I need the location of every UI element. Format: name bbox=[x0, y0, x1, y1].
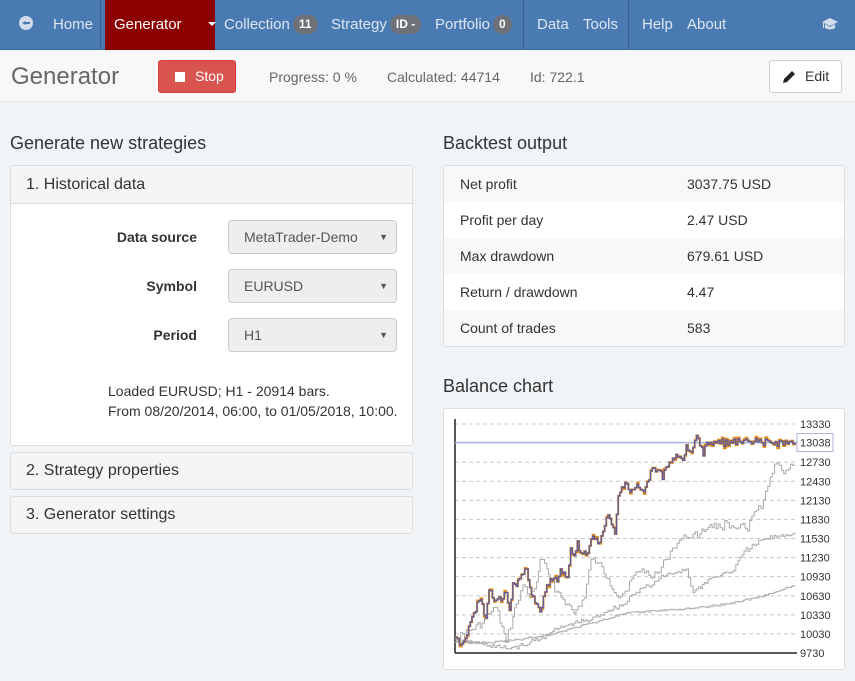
y-tick-label: 12130 bbox=[800, 495, 831, 507]
nav-generator[interactable]: Generator bbox=[105, 0, 216, 50]
balance-chart-title: Balance chart bbox=[443, 376, 554, 396]
period-value: H1 bbox=[244, 327, 262, 343]
nav-divider bbox=[100, 0, 101, 50]
page-title: Generator bbox=[11, 63, 120, 90]
y-tick-label: 13330 bbox=[800, 419, 831, 431]
backtest-section-title: Backtest output bbox=[443, 133, 568, 153]
current-value-label: 13038 bbox=[800, 438, 831, 450]
caret-down-icon bbox=[207, 22, 216, 26]
edit-button[interactable]: Edit bbox=[769, 60, 842, 93]
nav-divider bbox=[523, 0, 524, 50]
pencil-icon bbox=[783, 71, 795, 83]
nav-generator-label: Generator bbox=[114, 16, 182, 33]
row-value: 2.47 USD bbox=[687, 212, 748, 228]
symbol-select[interactable]: EURUSD ▼ bbox=[228, 269, 397, 303]
progress-status: Progress: 0 % bbox=[269, 69, 357, 85]
strategy-id: Id: 722.1 bbox=[530, 69, 585, 85]
backtest-table: Net profit 3037.75 USD Profit per day 2.… bbox=[443, 165, 845, 347]
y-tick-label: 12730 bbox=[800, 457, 831, 469]
portfolio-count-badge: 0 bbox=[493, 15, 512, 34]
table-row: Return / drawdown 4.47 bbox=[444, 274, 844, 310]
symbol-label: Symbol bbox=[146, 278, 197, 294]
nav-data[interactable]: Data bbox=[537, 0, 569, 50]
data-source-select[interactable]: MetaTrader-Demo ▼ bbox=[228, 220, 397, 254]
nav-portfolio-label: Portfolio bbox=[435, 16, 491, 33]
edit-button-label: Edit bbox=[805, 68, 830, 84]
nav-portfolio[interactable]: Portfolio 0 bbox=[435, 0, 512, 50]
table-row: Max drawdown 679.61 USD bbox=[444, 238, 844, 274]
nav-tools[interactable]: Tools bbox=[583, 0, 618, 50]
period-label: Period bbox=[153, 327, 197, 343]
stop-button[interactable]: Stop bbox=[158, 60, 236, 93]
balance-chart-card: 13330 12730 12430 12130 11830 11530 11230 10930… bbox=[443, 408, 845, 670]
historical-data-panel: 1. Historical data Data source MetaTrade… bbox=[10, 165, 413, 446]
row-key: Count of trades bbox=[460, 320, 556, 336]
balance-chart: 13330 12730 12430 12130 11830 11530 11230 10930… bbox=[454, 419, 834, 660]
y-tick-label: 11830 bbox=[800, 514, 830, 526]
row-key: Return / drawdown bbox=[460, 284, 578, 300]
historical-data-panel-header[interactable]: 1. Historical data bbox=[11, 166, 412, 204]
select-arrow-icon: ▼ bbox=[379, 281, 388, 291]
generator-settings-panel-header[interactable]: 3. Generator settings bbox=[10, 496, 413, 534]
calculated-count: Calculated: 44714 bbox=[387, 69, 500, 85]
strategy-properties-panel-header[interactable]: 2. Strategy properties bbox=[10, 452, 413, 490]
row-key: Profit per day bbox=[460, 212, 544, 228]
y-tick-label: 10630 bbox=[800, 591, 831, 603]
row-key: Net profit bbox=[460, 176, 517, 192]
nav-help[interactable]: Help bbox=[642, 0, 673, 50]
generate-section-title: Generate new strategies bbox=[10, 133, 207, 153]
y-tick-label: 9730 bbox=[800, 648, 824, 660]
period-select[interactable]: H1 ▼ bbox=[228, 318, 397, 352]
nav-strategy[interactable]: Strategy ID - bbox=[331, 0, 422, 50]
nav-divider bbox=[628, 0, 629, 50]
table-row: Profit per day 2.47 USD bbox=[444, 202, 844, 238]
data-source-label: Data source bbox=[116, 229, 197, 245]
row-value: 3037.75 USD bbox=[687, 176, 772, 192]
nav-strategy-label: Strategy bbox=[331, 16, 387, 33]
symbol-value: EURUSD bbox=[244, 278, 304, 294]
row-value: 583 bbox=[687, 320, 711, 336]
y-tick-label: 10930 bbox=[800, 572, 831, 584]
table-row: Count of trades 583 bbox=[444, 310, 844, 346]
nav-about[interactable]: About bbox=[687, 0, 726, 50]
stop-button-label: Stop bbox=[195, 68, 224, 84]
top-navbar: Home Generator Collection 11 Strategy ID -… bbox=[0, 0, 855, 50]
y-tick-label: 11530 bbox=[800, 534, 830, 546]
select-arrow-icon: ▼ bbox=[379, 232, 388, 242]
nav-home[interactable]: Home bbox=[19, 0, 93, 50]
y-tick-label: 11230 bbox=[800, 553, 830, 565]
table-row: Net profit 3037.75 USD bbox=[444, 166, 844, 202]
y-tick-label: 10330 bbox=[800, 610, 831, 622]
graduation-cap-icon[interactable] bbox=[821, 17, 839, 31]
loaded-info-line1: Loaded EURUSD; H1 - 20914 bars. bbox=[108, 383, 330, 399]
page-header: Generator Stop Progress: 0 % Calculated:… bbox=[0, 51, 855, 102]
row-key: Max drawdown bbox=[460, 248, 555, 264]
y-tick-label: 10030 bbox=[800, 629, 831, 641]
nav-collection-label: Collection bbox=[224, 16, 290, 33]
row-value: 4.47 bbox=[687, 284, 715, 300]
loaded-info-line2: From 08/20/2014, 06:00, to 01/05/2018, 1… bbox=[108, 403, 398, 419]
collection-count-badge: 11 bbox=[292, 15, 318, 34]
data-source-value: MetaTrader-Demo bbox=[244, 229, 358, 245]
strategy-id-badge: ID - bbox=[389, 15, 422, 34]
stop-square-icon bbox=[175, 72, 185, 82]
nav-collection[interactable]: Collection 11 bbox=[224, 0, 318, 50]
row-value: 679.61 USD bbox=[687, 248, 764, 264]
arrow-circle-left-icon bbox=[19, 16, 33, 30]
select-arrow-icon: ▼ bbox=[379, 330, 388, 340]
nav-home-label: Home bbox=[53, 16, 94, 33]
y-tick-label: 12430 bbox=[800, 476, 831, 488]
